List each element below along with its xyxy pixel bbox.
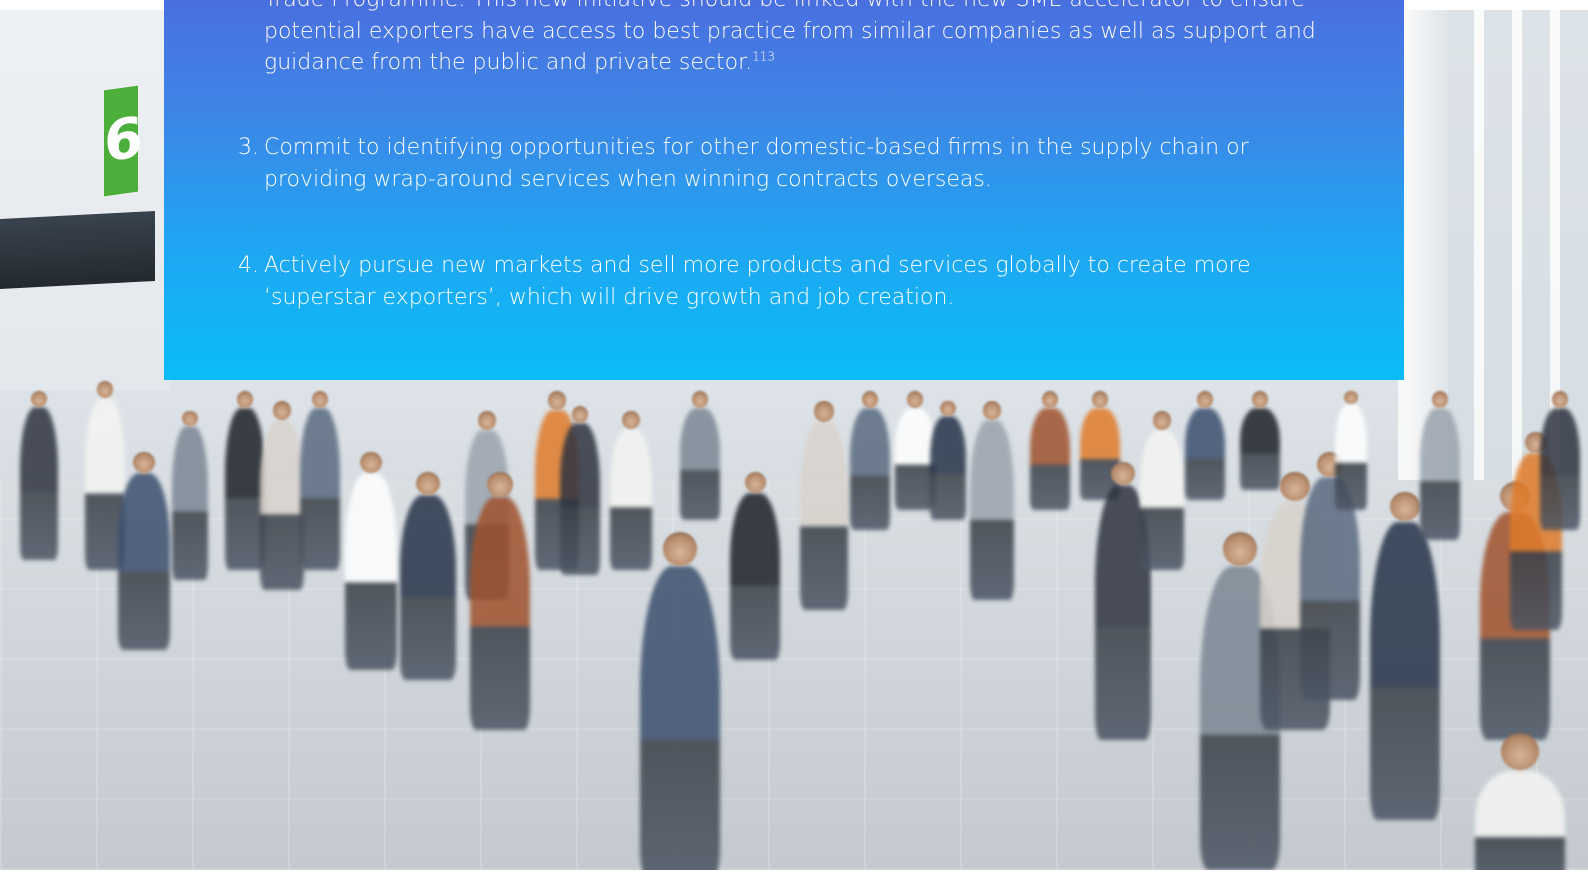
crowd-person xyxy=(640,566,720,870)
hall-wall xyxy=(0,10,170,390)
crowd-person-head xyxy=(1111,461,1135,486)
crowd-person-head xyxy=(1280,472,1310,502)
crowd-person-head xyxy=(622,411,640,429)
crowd-person xyxy=(400,495,456,680)
crowd-person xyxy=(1540,408,1580,530)
crowd-person-head xyxy=(861,391,879,408)
crowd-person-head xyxy=(1251,391,1269,408)
crowd-person-head xyxy=(547,391,567,410)
list-number: 3. xyxy=(238,135,259,160)
crowd-person xyxy=(930,416,966,520)
crowd-person-head xyxy=(236,391,254,408)
hall-screen xyxy=(0,210,155,290)
list-item: Trade Programme. This new initiative sho… xyxy=(238,0,1328,79)
crowd-person-head xyxy=(31,391,47,408)
crowd-person xyxy=(118,473,170,650)
crowd-person xyxy=(345,473,397,670)
crowd-person xyxy=(730,492,780,660)
crowd-person xyxy=(172,426,208,580)
crowd-person-head xyxy=(182,411,198,427)
callout-panel: Trade Programme. This new initiative sho… xyxy=(164,0,1404,380)
crowd-person xyxy=(20,407,58,560)
crowd-person-head xyxy=(1041,391,1059,408)
crowd-person xyxy=(850,408,890,530)
footnote-marker: 113 xyxy=(752,49,776,64)
crowd-person-head xyxy=(487,471,513,497)
crowd-person xyxy=(610,428,652,570)
crowd-person xyxy=(300,408,340,570)
list-item: 3. Commit to identifying opportunities f… xyxy=(238,132,1328,195)
crowd-person-head xyxy=(311,391,329,408)
crowd-person-head xyxy=(1091,391,1109,408)
crowd-person-head xyxy=(360,451,382,474)
crowd-person-head xyxy=(663,532,697,566)
list-text: Actively pursue new markets and sell mor… xyxy=(264,253,1251,310)
crowd-person-head xyxy=(416,471,440,496)
crowd-person-head xyxy=(571,406,589,423)
crowd-person xyxy=(1475,770,1565,870)
crowd-person xyxy=(800,421,848,610)
crowd-person xyxy=(895,408,935,510)
crowd-person-head xyxy=(1152,411,1172,430)
crowd-person xyxy=(680,408,720,520)
hall-sign: 6 xyxy=(104,85,143,197)
list-number: 4. xyxy=(238,253,259,278)
crowd-person-head xyxy=(133,451,155,474)
crowd-person xyxy=(1140,429,1184,570)
crowd-person-head xyxy=(96,381,114,398)
list-item: 4. Actively pursue new markets and sell … xyxy=(238,250,1328,313)
crowd-person xyxy=(1335,404,1367,510)
crowd-person xyxy=(260,419,304,590)
crowd-person xyxy=(1370,521,1440,820)
crowd-person-head xyxy=(691,391,709,408)
list-text: Trade Programme. This new initiative sho… xyxy=(264,0,1316,75)
crowd-person xyxy=(1300,477,1360,700)
crowd-person-head xyxy=(272,401,292,420)
crowd-person-head xyxy=(813,401,835,422)
crowd-person-head xyxy=(906,391,924,408)
list-text: Commit to identifying opportunities for … xyxy=(264,135,1249,192)
page: 6 Trade Programme. This new initiative s… xyxy=(0,0,1588,882)
crowd-person-head xyxy=(1223,532,1257,566)
crowd-person-head xyxy=(744,471,766,493)
crowd-person xyxy=(1240,408,1280,490)
crowd-person xyxy=(1185,408,1225,500)
crowd-person xyxy=(1030,408,1070,510)
crowd-person xyxy=(560,423,600,575)
crowd-person xyxy=(970,419,1014,600)
crowd-person-head xyxy=(1501,732,1539,771)
crowd-person-head xyxy=(477,411,497,430)
crowd-person-head xyxy=(1196,391,1214,408)
crowd-person xyxy=(225,408,265,570)
crowd-person-head xyxy=(1390,492,1420,522)
crowd-person-head xyxy=(982,401,1002,420)
crowd-person xyxy=(470,497,530,730)
crowd-person-head xyxy=(1344,390,1358,405)
crowd-person-head xyxy=(940,401,956,417)
crowd-person xyxy=(1420,408,1460,540)
